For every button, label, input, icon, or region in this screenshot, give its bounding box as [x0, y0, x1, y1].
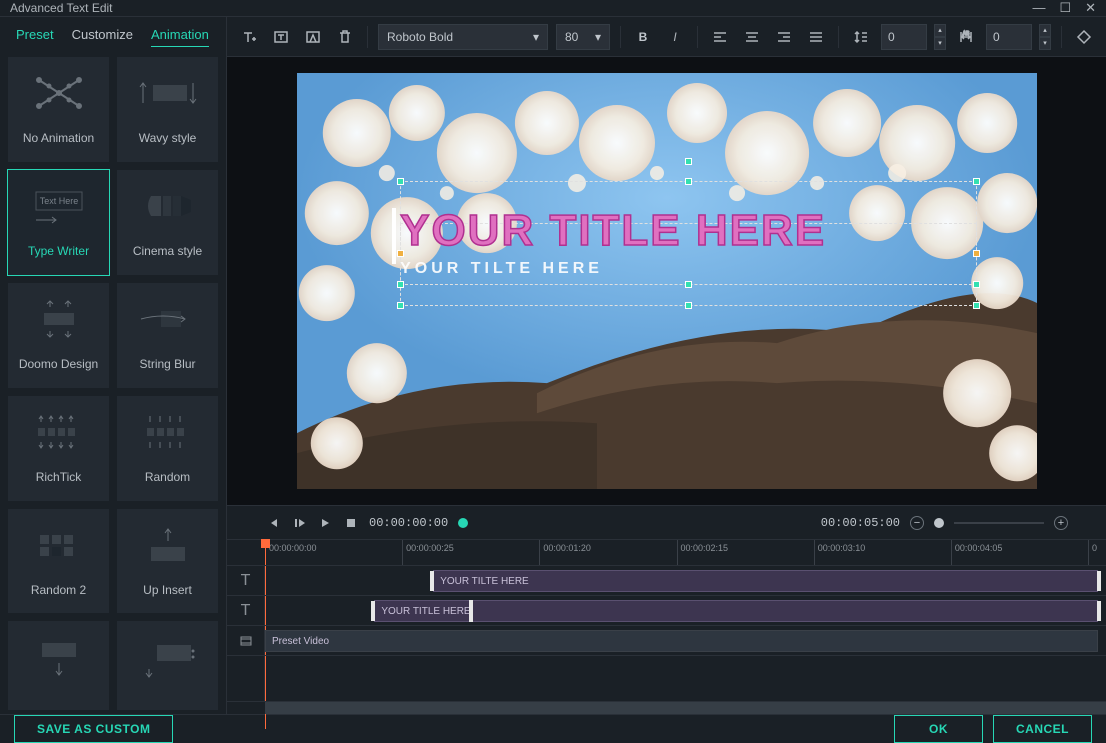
preset-string-blur[interactable]: String Blur	[117, 283, 218, 388]
tab-preset[interactable]: Preset	[16, 27, 54, 47]
window-title: Advanced Text Edit	[10, 1, 113, 15]
preset-random[interactable]: Random	[117, 396, 218, 501]
preset-wavy-style[interactable]: Wavy style	[117, 57, 218, 162]
diamond-icon[interactable]	[1072, 25, 1096, 49]
preview-canvas[interactable]: YOUR TITLE HERE YOUR TILTE HERE	[227, 57, 1106, 505]
minimize-icon[interactable]: —	[1032, 0, 1045, 16]
font-select[interactable]: Roboto Bold▾	[378, 24, 548, 50]
align-center-icon[interactable]	[740, 25, 764, 49]
preset-richtick[interactable]: RichTick	[8, 396, 109, 501]
align-right-icon[interactable]	[772, 25, 796, 49]
clip-video[interactable]: Preset Video	[265, 630, 1098, 652]
preset-extra-2[interactable]	[117, 621, 218, 710]
footer-bar: SAVE AS CUSTOM OK CANCEL	[0, 714, 1106, 743]
spin-down[interactable]: ▾	[1039, 37, 1051, 50]
svg-text:AB: AB	[963, 31, 970, 37]
line-height-icon[interactable]	[849, 25, 873, 49]
play-solo-icon[interactable]	[317, 515, 333, 531]
cancel-button[interactable]: CANCEL	[993, 715, 1092, 743]
zoom-out-icon[interactable]: −	[910, 516, 924, 530]
spin-down[interactable]: ▾	[934, 37, 946, 50]
letter-spacing-input[interactable]: 0	[986, 24, 1032, 50]
zoom-in-icon[interactable]: +	[1054, 516, 1068, 530]
maximize-icon[interactable]: ☐	[1059, 0, 1071, 16]
preset-grid: No Animation Wavy style Text Here Type W…	[0, 53, 226, 714]
preset-up-insert[interactable]: Up Insert	[117, 509, 218, 614]
title-bar: Advanced Text Edit — ☐ ✕	[0, 0, 1106, 16]
total-time: 00:00:05:00	[821, 516, 900, 530]
close-icon[interactable]: ✕	[1085, 0, 1096, 16]
preset-extra-1[interactable]	[8, 621, 109, 710]
tab-animation[interactable]: Animation	[151, 27, 209, 47]
spin-up[interactable]: ▴	[934, 24, 946, 37]
horizontal-scrollbar[interactable]	[265, 702, 1106, 714]
ok-button[interactable]: OK	[894, 715, 983, 743]
align-justify-icon[interactable]	[804, 25, 828, 49]
track-icon-text[interactable]: T	[227, 566, 265, 595]
zoom-slider-track[interactable]	[954, 522, 1044, 524]
marker-dot-green[interactable]	[458, 518, 468, 528]
timeline-ruler[interactable]: 00:00:00:0000:00:00:25 00:00:01:2000:00:…	[227, 539, 1106, 565]
clip-title[interactable]: YOUR TITLE HERE	[374, 600, 1097, 622]
preset-type-writer[interactable]: Text Here Type Writer	[8, 170, 109, 275]
add-text-icon[interactable]	[237, 25, 261, 49]
timeline-tracks: T YOUR TILTE HERE T YOUR TITLE HERE	[227, 565, 1106, 714]
preset-cinema-style[interactable]: Cinema style	[117, 170, 218, 275]
side-panel: Preset Customize Animation No Animation …	[0, 17, 227, 714]
tab-customize[interactable]: Customize	[72, 27, 133, 47]
play-icon[interactable]	[291, 515, 307, 531]
preset-no-animation[interactable]: No Animation	[8, 57, 109, 162]
trash-icon[interactable]	[333, 25, 357, 49]
line-height-input[interactable]: 0	[881, 24, 927, 50]
zoom-slider-handle[interactable]	[934, 518, 944, 528]
text-cursor	[392, 208, 396, 264]
stop-icon[interactable]	[343, 515, 359, 531]
current-time: 00:00:00:00	[369, 516, 448, 530]
save-as-custom-button[interactable]: SAVE AS CUSTOM	[14, 715, 173, 743]
track-icon-text[interactable]: T	[227, 596, 265, 625]
size-select[interactable]: 80▾	[556, 24, 610, 50]
prev-frame-icon[interactable]	[265, 515, 281, 531]
track-icon-video[interactable]	[227, 626, 265, 655]
bold-icon[interactable]: B	[631, 25, 655, 49]
align-left-icon[interactable]	[708, 25, 732, 49]
svg-text:Text Here: Text Here	[39, 196, 78, 206]
subtitle-text[interactable]: YOUR TILTE HERE	[400, 260, 977, 278]
letter-spacing-icon[interactable]: AB	[954, 25, 978, 49]
clip-subtitle[interactable]: YOUR TILTE HERE	[433, 570, 1097, 592]
panel-tabs: Preset Customize Animation	[0, 17, 226, 53]
text-shape-icon[interactable]	[301, 25, 325, 49]
italic-icon[interactable]: I	[663, 25, 687, 49]
text-box-icon[interactable]	[269, 25, 293, 49]
title-text[interactable]: YOUR TITLE HERE	[400, 206, 977, 256]
chevron-down-icon: ▾	[595, 30, 601, 44]
spin-up[interactable]: ▴	[1039, 24, 1051, 37]
text-toolbar: Roboto Bold▾ 80▾ B I 0 ▴▾ AB 0 ▴▾	[227, 17, 1106, 57]
playback-bar: 00:00:00:00 00:00:05:00 − +	[227, 505, 1106, 539]
chevron-down-icon: ▾	[533, 30, 539, 44]
preset-doomo-design[interactable]: Doomo Design	[8, 283, 109, 388]
preset-random-2[interactable]: Random 2	[8, 509, 109, 614]
